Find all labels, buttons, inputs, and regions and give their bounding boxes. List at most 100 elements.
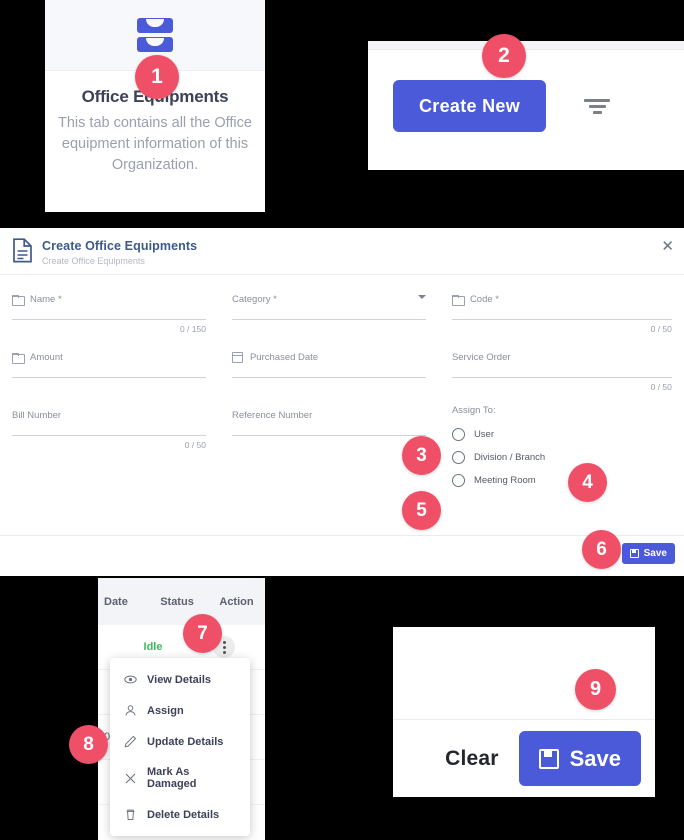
field-bill-number[interactable]: Bill Number 0 / 50 — [12, 405, 232, 497]
step-badge-2: 2 — [482, 34, 526, 78]
close-icon[interactable]: ✕ — [661, 239, 674, 254]
field-label: Code * — [469, 293, 499, 305]
field-category[interactable]: Category * — [231, 289, 452, 334]
trash-icon — [126, 809, 135, 821]
folder-icon — [451, 294, 465, 306]
toolbar-card: Create New — [368, 41, 684, 170]
floppy-disk-icon — [538, 748, 559, 769]
person-icon — [125, 705, 136, 716]
radio-icon — [451, 451, 465, 464]
chevron-down-icon[interactable] — [417, 295, 426, 299]
radio-user[interactable]: User — [451, 428, 672, 441]
form-row-2: Amount Purchased Date Service Order 0 / … — [12, 347, 672, 392]
field-underline — [231, 319, 426, 320]
folder-icon — [12, 352, 25, 364]
toolbar-top-strip — [368, 41, 684, 50]
clear-button[interactable]: Clear — [445, 747, 499, 771]
create-office-equipments-dialog: Create Office Equipments Create Office E… — [0, 228, 684, 576]
field-purchased-date[interactable]: Purchased Date — [231, 347, 452, 392]
assign-to-group: Assign To: User Division / Branch Meetin… — [451, 405, 672, 497]
field-counter: 0 / 50 — [184, 440, 206, 450]
field-label: Purchased Date — [249, 351, 319, 363]
field-underline — [231, 377, 426, 378]
field-service-order[interactable]: Service Order 0 / 50 — [451, 347, 672, 392]
step-badge-5: 5 — [402, 491, 441, 530]
step-badge-4: 4 — [568, 463, 607, 502]
save-button[interactable]: Save — [621, 543, 675, 564]
menu-item-view-details[interactable]: View Details — [110, 664, 250, 695]
dialog-header: Create Office Equipments Create Office E… — [0, 228, 684, 274]
menu-item-label: Delete Details — [147, 808, 220, 821]
field-label: Category * — [231, 293, 277, 305]
field-underline — [451, 319, 672, 320]
radio-label: Meeting Room — [473, 475, 536, 486]
menu-item-label: Mark As Damaged — [147, 766, 197, 790]
save-button-label: Save — [643, 548, 667, 559]
menu-item-delete-details[interactable]: Delete Details — [110, 799, 250, 830]
toolbar-row: Create New — [368, 50, 684, 162]
step-badge-1: 1 — [135, 55, 179, 99]
field-counter: 0 / 50 — [650, 382, 672, 392]
create-new-button[interactable]: Create New — [393, 80, 547, 132]
dialog-subtitle: Create Office Equipments — [42, 256, 145, 266]
field-underline — [12, 319, 206, 320]
field-label: Bill Number — [12, 409, 62, 421]
clear-save-panel: Clear Save — [393, 627, 655, 797]
x-icon — [125, 773, 136, 783]
field-counter: 0 / 150 — [179, 324, 206, 334]
field-underline — [231, 435, 426, 436]
field-label: Reference Number — [231, 409, 313, 421]
radio-division-branch[interactable]: Division / Branch — [451, 451, 672, 464]
floppy-disk-icon — [629, 549, 639, 558]
office-equipments-tile-card[interactable]: Office Equipments This tab contains all … — [45, 0, 265, 212]
field-label: Name * — [30, 293, 62, 305]
folder-icon — [12, 294, 25, 306]
menu-item-mark-as-damaged[interactable]: Mark As Damaged — [110, 757, 250, 799]
menu-item-label: Assign — [147, 704, 184, 717]
radio-icon — [451, 428, 465, 441]
inbox-icon — [137, 18, 173, 52]
dialog-title: Create Office Equipments — [42, 239, 198, 253]
field-label: Amount — [30, 351, 63, 363]
dialog-footer-divider — [0, 535, 684, 536]
column-header-date: Date — [104, 595, 128, 608]
row-action-context-menu: View Details Assign Update Details Mark … — [110, 658, 250, 836]
field-code[interactable]: Code * 0 / 50 — [451, 289, 672, 334]
field-counter: 0 / 50 — [650, 324, 672, 334]
column-header-status: Status — [160, 595, 194, 608]
field-underline — [12, 435, 206, 436]
radio-label: User — [473, 429, 494, 440]
pencil-icon — [124, 735, 137, 748]
dialog-header-texts: Create Office Equipments Create Office E… — [42, 238, 197, 266]
save-button-large[interactable]: Save — [518, 731, 641, 786]
step-badge-7: 7 — [183, 614, 222, 653]
step-badge-6: 6 — [582, 530, 621, 569]
menu-item-label: Update Details — [147, 735, 224, 748]
menu-item-assign[interactable]: Assign — [110, 695, 250, 726]
field-name[interactable]: Name * 0 / 150 — [12, 289, 232, 334]
clear-save-top-area — [393, 627, 655, 719]
filter-icon[interactable] — [582, 91, 612, 121]
document-icon — [13, 238, 32, 263]
field-underline — [12, 377, 206, 378]
radio-label: Division / Branch — [473, 452, 546, 463]
field-label: Service Order — [451, 351, 511, 363]
radio-meeting-room[interactable]: Meeting Room — [451, 474, 672, 487]
column-header-action: Action — [219, 595, 254, 608]
clear-save-button-bar: Clear Save — [393, 720, 655, 797]
menu-item-update-details[interactable]: Update Details — [110, 726, 250, 757]
assign-to-label: Assign To: — [451, 405, 496, 416]
step-badge-8: 8 — [69, 725, 108, 764]
step-badge-9: 9 — [575, 669, 616, 710]
field-amount[interactable]: Amount — [12, 347, 232, 392]
step-badge-3: 3 — [402, 436, 441, 475]
save-button-label: Save — [569, 745, 621, 771]
screenshot-stage: Office Equipments This tab contains all … — [0, 0, 684, 840]
table-header-row: Date Status Action — [98, 578, 265, 625]
form-row-1: Name * 0 / 150 Category * Code * 0 / 50 — [12, 289, 672, 334]
menu-item-label: View Details — [147, 673, 211, 686]
tile-description: This tab contains all the Office equipme… — [58, 115, 252, 173]
field-underline — [451, 377, 672, 378]
radio-icon — [451, 474, 465, 487]
calendar-icon — [231, 351, 243, 363]
